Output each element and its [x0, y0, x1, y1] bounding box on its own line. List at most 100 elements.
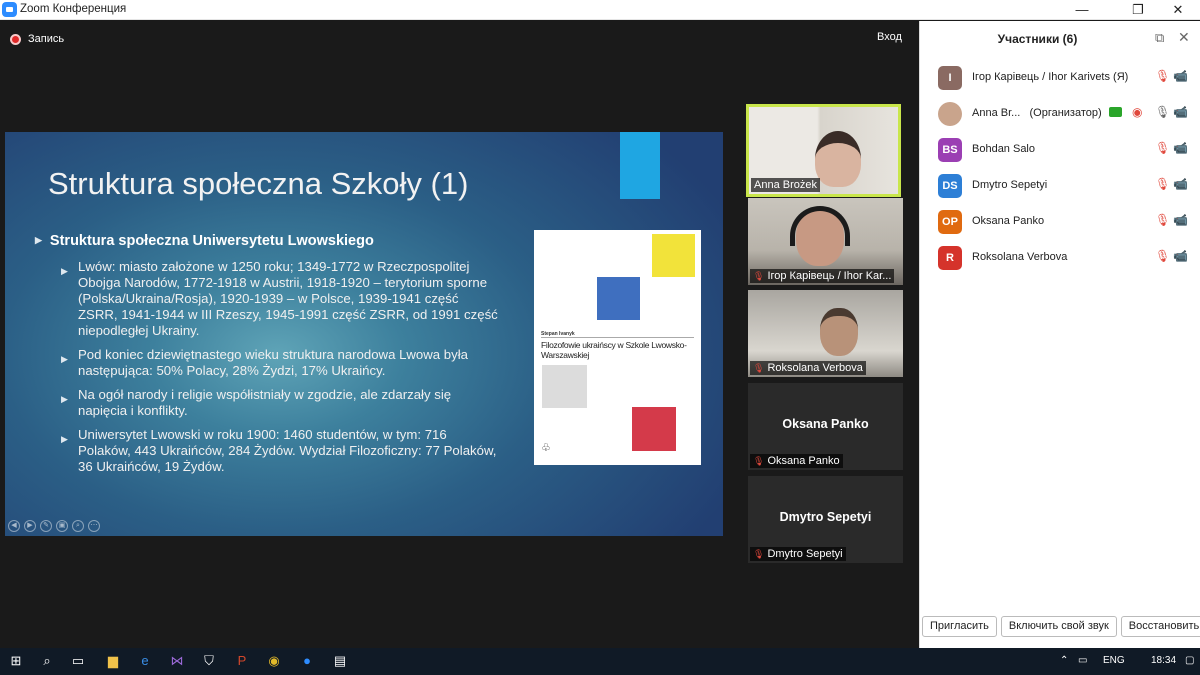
- video-tile[interactable]: 🎙 Roksolana Verbova: [748, 290, 903, 377]
- participant-name: Dmytro Sepetyi: [972, 179, 1048, 191]
- avatar: [938, 102, 962, 126]
- participant-row[interactable]: Anna Br... (Организатор) ◉ 🎙 📹: [920, 96, 1200, 132]
- participant-row[interactable]: BS Bohdan Salo 🎙 📹: [920, 132, 1200, 168]
- video-camera-icon[interactable]: 📹: [1173, 105, 1188, 119]
- video-tile[interactable]: Anna Brożek: [746, 104, 901, 197]
- search-icon[interactable]: ⌕: [37, 652, 57, 670]
- recording-icon: ◉: [1132, 105, 1143, 119]
- avatar: DS: [938, 174, 962, 198]
- window-title: Zoom Конференция: [20, 3, 127, 15]
- next-slide-icon[interactable]: ▶: [24, 520, 36, 532]
- tile-center-name: Dmytro Sepetyi: [779, 510, 872, 524]
- video-camera-icon[interactable]: 📹: [1173, 69, 1188, 83]
- more-options-icon[interactable]: ⋯: [88, 520, 100, 532]
- muted-mic-icon[interactable]: 🎙: [1155, 249, 1170, 263]
- tile-center-name: Oksana Panko: [782, 417, 869, 431]
- cover-gray-square: [542, 365, 587, 408]
- windows-taskbar: ⊞ ⌕ ▭ ▆ e ⋈ ⛉ P ◉ ● ▤ ⌃ ▭ ENG 18:34 ▢: [0, 648, 1200, 675]
- participants-title: Участники (6): [997, 32, 1078, 46]
- zoom-taskbar-icon[interactable]: ●: [297, 652, 317, 670]
- muted-mic-icon[interactable]: 🎙: [1155, 213, 1170, 227]
- edge-icon[interactable]: e: [135, 652, 155, 670]
- chrome-icon[interactable]: ◉: [264, 652, 284, 670]
- participant-face: [815, 131, 861, 187]
- slide-accent-rectangle: [620, 132, 660, 199]
- video-tile[interactable]: Oksana Panko 🎙 Oksana Panko: [748, 383, 903, 470]
- record-icon: [10, 33, 21, 45]
- video-tile[interactable]: Dmytro Sepetyi 🎙 Dmytro Sepetyi: [748, 476, 903, 563]
- participant-name: Oksana Panko: [972, 215, 1045, 227]
- participants-panel: Участники (6) ⧉ ✕ I Ігор Карівець / Ihor…: [919, 21, 1200, 648]
- tray-chevron-icon[interactable]: ⌃: [1060, 655, 1068, 666]
- publisher-logo-icon: ♧: [541, 442, 551, 454]
- minimize-button[interactable]: —: [1059, 0, 1105, 20]
- tile-name-label: 🎙 Oksana Panko: [750, 454, 843, 468]
- recording-label: Запись: [28, 33, 65, 45]
- muted-mic-icon[interactable]: 🎙: [1155, 69, 1170, 83]
- slide-bullet: ▶ Lwów: miasto założone w 1250 roku; 1349…: [61, 259, 498, 338]
- participant-row[interactable]: R Roksolana Verbova 🎙 📹: [920, 240, 1200, 276]
- slide-bullet: ▶ Uniwersytet Lwowski w roku 1900: 1460 s…: [61, 427, 497, 474]
- video-tile[interactable]: 🎙 Ігор Карівець / Ihor Kar...: [748, 198, 903, 285]
- participant-row[interactable]: I Ігор Карівець / Ihor Karivets (Я) 🎙 📹: [920, 60, 1200, 96]
- powerpoint-icon[interactable]: P: [232, 652, 252, 670]
- unmute-myself-button[interactable]: Включить свой звук: [1000, 616, 1117, 637]
- recording-indicator[interactable]: Запись: [10, 32, 64, 46]
- muted-mic-icon: 🎙: [753, 363, 765, 373]
- clock[interactable]: 18:34: [1151, 655, 1176, 666]
- tile-name-label: Anna Brożek: [751, 178, 820, 192]
- visual-studio-icon[interactable]: ⋈: [167, 652, 187, 670]
- avatar: R: [938, 246, 962, 270]
- store-icon[interactable]: ⛉: [199, 652, 219, 670]
- tray-apps-icon[interactable]: ▭: [1078, 655, 1087, 666]
- bullet-arrow-icon: ▶: [61, 394, 68, 404]
- close-panel-icon[interactable]: ✕: [1178, 29, 1190, 46]
- shared-slide: Struktura społeczna Szkoły (1) ▶ Struktur…: [5, 132, 723, 536]
- bullet-arrow-icon: ▶: [61, 266, 68, 276]
- pen-icon[interactable]: ✎: [40, 520, 52, 532]
- participant-name: Anna Br... (Организатор): [972, 107, 1102, 119]
- muted-mic-icon: 🎙: [753, 549, 765, 559]
- pop-out-icon[interactable]: ⧉: [1155, 30, 1164, 46]
- cover-yellow-square: [652, 234, 695, 277]
- participant-row[interactable]: OP Oksana Panko 🎙 📹: [920, 204, 1200, 240]
- video-off-icon[interactable]: 📹: [1173, 141, 1188, 155]
- book-title: Filozofowie ukraińscy w Szkole Lwowsko-W…: [541, 340, 687, 360]
- muted-mic-icon[interactable]: 🎙: [1155, 141, 1170, 155]
- bullet-arrow-icon: ▶: [61, 434, 68, 444]
- video-off-icon[interactable]: 📹: [1173, 213, 1188, 227]
- participant-face: [820, 308, 858, 356]
- muted-mic-icon[interactable]: 🎙: [1155, 177, 1170, 191]
- muted-mic-icon: 🎙: [753, 456, 765, 466]
- tile-name-label: 🎙 Ігор Карівець / Ihor Kar...: [750, 269, 895, 283]
- slides-icon[interactable]: ▣: [56, 520, 68, 532]
- participant-row[interactable]: DS Dmytro Sepetyi 🎙 📹: [920, 168, 1200, 204]
- close-window-button[interactable]: ✕: [1155, 0, 1200, 20]
- video-camera-icon[interactable]: 📹: [1173, 249, 1188, 263]
- cover-divider: [541, 337, 694, 338]
- windows-start-icon[interactable]: ⊞: [6, 652, 26, 670]
- book-cover-image: Stepan Ivanyk Filozofowie ukraińscy w Sz…: [534, 230, 701, 465]
- task-view-icon[interactable]: ▭: [68, 652, 88, 670]
- restore-button[interactable]: Восстановить: [1120, 616, 1200, 637]
- file-explorer-icon[interactable]: ▆: [103, 652, 123, 670]
- language-indicator[interactable]: ENG: [1093, 655, 1125, 666]
- invite-button[interactable]: Пригласить: [922, 616, 997, 637]
- notifications-icon[interactable]: ▢: [1185, 655, 1194, 666]
- sharing-icon: [1109, 107, 1122, 117]
- microphone-icon[interactable]: 🎙: [1155, 105, 1170, 119]
- window-title-bar: Zoom Конференция — ❐ ✕: [0, 0, 1200, 20]
- panel-action-buttons: Пригласить Включить свой звук Восстанови…: [922, 616, 1200, 637]
- video-off-icon[interactable]: 📹: [1173, 177, 1188, 191]
- slide-navigation-bar: ◀ ▶ ✎ ▣ ⌕ ⋯: [8, 520, 100, 532]
- slide-title: Struktura społeczna Szkoły (1): [48, 166, 469, 201]
- previous-slide-icon[interactable]: ◀: [8, 520, 20, 532]
- tile-name-label: 🎙 Dmytro Sepetyi: [750, 547, 846, 561]
- cover-red-square: [632, 407, 676, 451]
- participant-name: Bohdan Salo: [972, 143, 1035, 155]
- meeting-area: Запись Вход Struktura społeczna Szkoły (…: [0, 21, 919, 648]
- exit-button[interactable]: Вход: [877, 31, 902, 43]
- zoom-icon[interactable]: ⌕: [72, 520, 84, 532]
- document-icon[interactable]: ▤: [330, 652, 350, 670]
- muted-mic-icon: 🎙: [753, 271, 765, 281]
